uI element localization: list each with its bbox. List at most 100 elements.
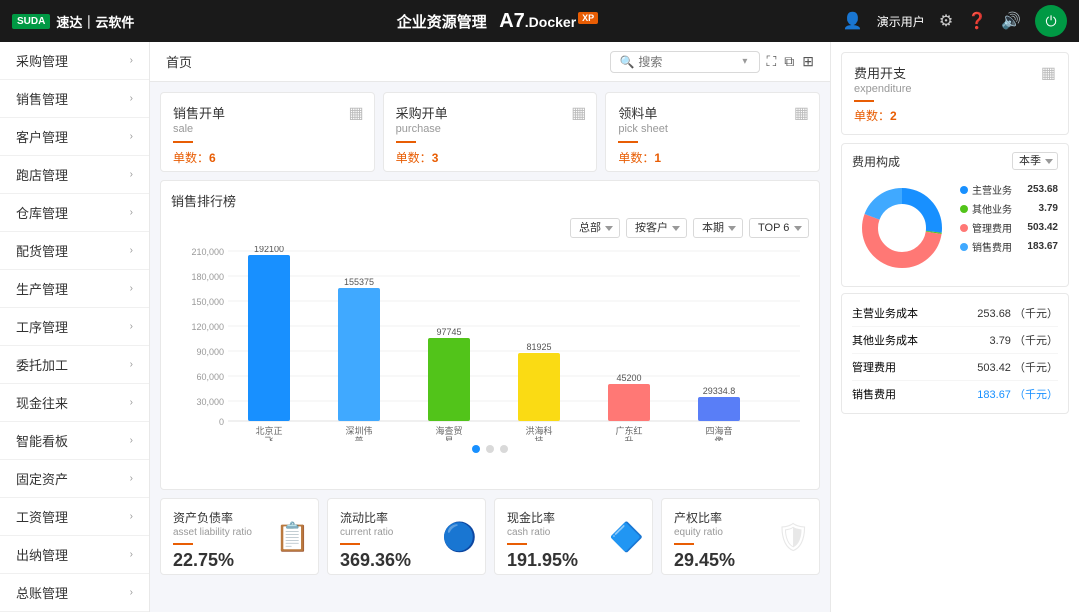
legend-items: 主营业务 253.68 其他业务 3.79 管理费用 503.42 销售费用 1… [960, 178, 1058, 278]
sidebar-item-gongxu[interactable]: 工序管理 › [0, 308, 149, 346]
svg-text:180,000: 180,000 [191, 272, 224, 282]
search-input[interactable] [638, 55, 738, 69]
stat-value: 29.45% [674, 550, 807, 571]
search-box[interactable]: 🔍 ▾ [610, 51, 760, 73]
stat-divider [340, 543, 360, 545]
sidebar-item-label: 工序管理 [16, 317, 68, 336]
fee-row: 销售费用 183.67 （千元） [852, 381, 1058, 407]
sidebar-item-label: 采购管理 [16, 51, 68, 70]
sidebar-item-gudingzichan[interactable]: 固定资产 › [0, 460, 149, 498]
dot-2[interactable] [486, 445, 494, 453]
split-icon[interactable]: ⊞ [802, 53, 814, 70]
legend-item: 其他业务 3.79 [960, 201, 1058, 216]
stat-value: 22.75% [173, 550, 306, 571]
svg-text:29334.8: 29334.8 [703, 386, 736, 396]
svg-text:洪海科: 洪海科 [525, 425, 552, 436]
svg-text:97745: 97745 [436, 327, 461, 337]
svg-text:普: 普 [354, 435, 363, 441]
legend-dot [960, 205, 968, 213]
sidebar-item-paodian[interactable]: 跑店管理 › [0, 156, 149, 194]
view-icons: ⛶ ⧉ ⊞ [766, 53, 814, 70]
sidebar-item-kehuguanli[interactable]: 客户管理 › [0, 118, 149, 156]
cash-ratio-card: 现金比率 cash ratio 191.95% 🔷 [494, 498, 653, 575]
top-filter[interactable]: TOP 6 [749, 218, 809, 238]
dept-filter[interactable]: 总部 [570, 218, 620, 238]
chart-title: 销售排行榜 [171, 191, 809, 210]
sidebar-item-label: 现金往来 [16, 393, 68, 412]
svg-text:120,000: 120,000 [191, 322, 224, 332]
svg-text:150,000: 150,000 [191, 297, 224, 307]
top-nav: SUDA 速达｜云软件 企业资源管理 A7.DockerXP 👤 演示用户 ⚙ … [0, 0, 1079, 42]
sound-icon[interactable]: 🔊 [1001, 11, 1021, 31]
fee-card: 费用开支 expenditure 单数：2 ▦ [841, 52, 1069, 135]
search-icon: 🔍 [619, 55, 634, 69]
chevron-right-icon: › [130, 473, 133, 484]
card-divider [173, 141, 193, 143]
svg-text:45200: 45200 [616, 373, 641, 383]
chevron-right-icon: › [130, 511, 133, 522]
fee-amount-blue: 183.67 （千元） [977, 386, 1058, 402]
fee-label: 其他业务成本 [852, 332, 918, 348]
fee-amount: 503.42 （千元） [977, 359, 1058, 375]
legend-item: 销售费用 183.67 [960, 239, 1058, 254]
svg-text:30,000: 30,000 [196, 397, 224, 407]
stat-divider [173, 543, 193, 545]
window-icon[interactable]: ⧉ [784, 53, 794, 70]
stat-icon: 🛡 [775, 520, 811, 553]
fee-card-title: 费用开支 [854, 63, 912, 82]
sidebar-item-kanban[interactable]: 智能看板 › [0, 422, 149, 460]
chevron-right-icon: › [130, 549, 133, 560]
breadcrumb-bar: 首页 🔍 ▾ ⛶ ⧉ ⊞ [150, 42, 830, 82]
fee-label: 主营业务成本 [852, 305, 918, 321]
stat-divider [507, 543, 527, 545]
legend-value: 183.67 [1027, 241, 1058, 252]
sidebar-item-gongzi[interactable]: 工资管理 › [0, 498, 149, 536]
sidebar-item-label: 固定资产 [16, 469, 68, 488]
sidebar-item-caigoguanli[interactable]: 采购管理 › [0, 42, 149, 80]
fee-amount: 253.68 （千元） [977, 305, 1058, 321]
legend-label: 主营业务 [972, 182, 1027, 197]
sidebar-item-chuna[interactable]: 出纳管理 › [0, 536, 149, 574]
sidebar-item-label: 委托加工 [16, 355, 68, 374]
sidebar-item-xianjin[interactable]: 现金往来 › [0, 384, 149, 422]
sidebar-item-shengchan[interactable]: 生产管理 › [0, 270, 149, 308]
stat-icon: 📋 [275, 520, 310, 553]
chevron-down-icon: ▾ [742, 56, 747, 67]
donut-chart [852, 178, 952, 278]
svg-text:210,000: 210,000 [191, 247, 224, 257]
legend-label: 销售费用 [972, 239, 1027, 254]
sidebar-item-label: 销售管理 [16, 89, 68, 108]
period-filter[interactable]: 本期 [693, 218, 743, 238]
chevron-right-icon: › [130, 359, 133, 370]
sidebar-item-label: 智能看板 [16, 431, 68, 450]
help-icon[interactable]: ❓ [967, 11, 987, 31]
sidebar-item-xiaoshouguanli[interactable]: 销售管理 › [0, 80, 149, 118]
chevron-right-icon: › [130, 283, 133, 294]
fee-period-filter[interactable]: 本季 本年 本月 [1012, 152, 1058, 170]
fee-rows-section: 主营业务成本 253.68 （千元） 其他业务成本 3.79 （千元） 管理费用… [841, 293, 1069, 414]
card-title: 领料单 [618, 103, 807, 122]
settings-icon[interactable]: ⚙ [939, 11, 953, 31]
dot-1[interactable] [472, 445, 480, 453]
card-title: 采购开单 [396, 103, 585, 122]
by-filter[interactable]: 按客户 [626, 218, 687, 238]
svg-text:易: 易 [444, 436, 453, 441]
sidebar-item-cangku[interactable]: 仓库管理 › [0, 194, 149, 232]
expand-icon[interactable]: ⛶ [766, 53, 776, 70]
sidebar-item-peihuo[interactable]: 配货管理 › [0, 232, 149, 270]
legend-dot [960, 243, 968, 251]
bottom-stats-row: 资产负债率 asset liability ratio 22.75% 📋 流动比… [150, 490, 830, 575]
card-count: 单数：1 [618, 149, 807, 166]
dot-3[interactable] [500, 445, 508, 453]
legend-dot [960, 186, 968, 194]
svg-text:北京正: 北京正 [255, 425, 282, 436]
legend-value: 503.42 [1027, 222, 1058, 233]
svg-text:四海音: 四海音 [705, 425, 732, 436]
stat-value: 369.36% [340, 550, 473, 571]
sidebar-item-label: 生产管理 [16, 279, 68, 298]
power-button[interactable]: ⏻ [1035, 5, 1067, 37]
fee-row: 其他业务成本 3.79 （千元） [852, 327, 1058, 354]
sidebar-item-weituo[interactable]: 委托加工 › [0, 346, 149, 384]
asset-liability-card: 资产负债率 asset liability ratio 22.75% 📋 [160, 498, 319, 575]
sidebar-item-zongzhang[interactable]: 总账管理 › [0, 574, 149, 612]
